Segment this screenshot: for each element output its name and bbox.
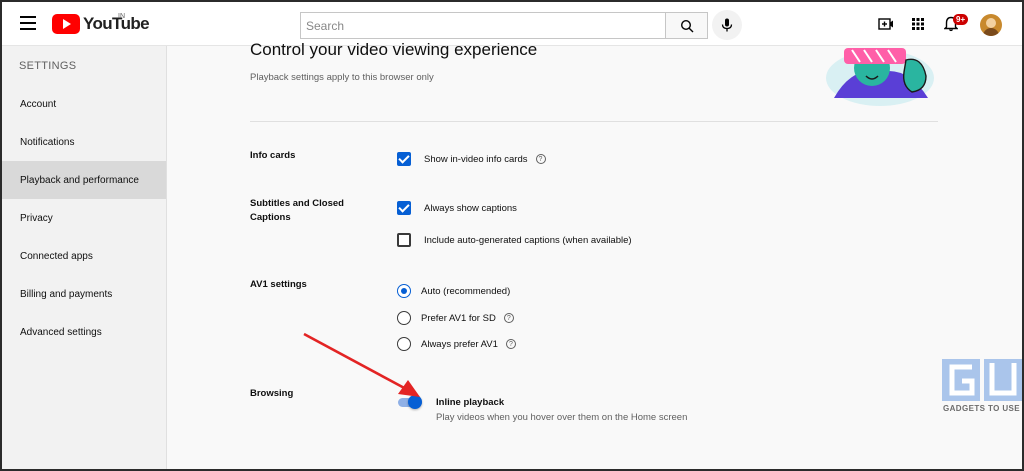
help-icon[interactable]: ? — [535, 154, 546, 164]
sidebar-item-label: Privacy — [20, 212, 53, 224]
option-label: Show in-video info cards — [424, 153, 528, 165]
search-icon — [680, 19, 693, 32]
sidebar-item-connected-apps[interactable]: Connected apps — [2, 237, 166, 275]
av1-label: AV1 settings — [250, 279, 307, 290]
section-divider — [250, 121, 938, 122]
option-label: Always show captions — [424, 202, 517, 214]
option-label: Include auto-generated captions (when av… — [424, 234, 632, 246]
settings-main: Control your video viewing experience Pl… — [168, 40, 1022, 469]
captions-label: Subtitles and Closed Captions — [250, 198, 344, 223]
country-code: IN — [118, 13, 125, 20]
option-label: Auto (recommended) — [421, 285, 511, 297]
create-video-icon[interactable] — [877, 15, 895, 33]
sidebar-item-advanced[interactable]: Advanced settings — [2, 313, 166, 351]
voice-search-button[interactable] — [712, 10, 742, 40]
sidebar-item-label: Billing and payments — [20, 288, 113, 300]
annotation-arrow-icon — [303, 332, 420, 397]
av1-auto-radio[interactable] — [397, 284, 411, 298]
inline-playback-title: Inline playback — [436, 397, 505, 408]
apps-grid-icon[interactable] — [909, 15, 927, 33]
sidebar-item-label: Playback and performance — [20, 174, 139, 186]
sidebar-heading: SETTINGS — [19, 60, 77, 72]
sidebar-item-label: Notifications — [20, 136, 75, 148]
app-window: YouTube IN Search 9+ SETTINGS Account No… — [0, 0, 1024, 471]
help-icon[interactable]: ? — [505, 339, 516, 349]
page-subtitle: Playback settings apply to this browser … — [250, 72, 434, 83]
av1-auto-option[interactable]: Auto (recommended) — [397, 284, 510, 298]
option-label: Prefer AV1 for SD — [421, 312, 496, 324]
notification-badge: 9+ — [953, 14, 969, 25]
page-title: Control your video viewing experience — [250, 40, 538, 59]
sidebar-item-label: Connected apps — [20, 250, 93, 262]
option-label: Always prefer AV1 — [421, 338, 498, 350]
help-icon[interactable]: ? — [503, 313, 514, 323]
sidebar-item-notifications[interactable]: Notifications — [2, 123, 166, 161]
av1-sd-radio[interactable] — [397, 311, 411, 325]
sidebar-item-account[interactable]: Account — [2, 85, 166, 123]
search-button[interactable] — [665, 12, 708, 39]
auto-captions-checkbox[interactable] — [397, 233, 411, 247]
info-cards-label: Info cards — [250, 150, 296, 161]
sidebar-item-privacy[interactable]: Privacy — [2, 199, 166, 237]
sidebar-item-billing[interactable]: Billing and payments — [2, 275, 166, 313]
sidebar-item-playback[interactable]: Playback and performance — [2, 161, 166, 199]
sidebar-item-label: Account — [20, 98, 57, 110]
sidebar-item-label: Advanced settings — [20, 326, 102, 338]
user-avatar[interactable] — [980, 14, 1002, 36]
auto-captions-option[interactable]: Include auto-generated captions (when av… — [397, 233, 632, 247]
settings-sidebar: SETTINGS Account Notifications Playback … — [2, 46, 167, 469]
hamburger-menu-icon[interactable] — [20, 16, 36, 30]
av1-sd-option[interactable]: Prefer AV1 for SD ? — [397, 311, 514, 325]
info-cards-checkbox[interactable] — [397, 152, 411, 166]
search-input[interactable]: Search — [300, 12, 666, 39]
play-logo-icon — [52, 14, 80, 34]
youtube-logo[interactable]: YouTube — [52, 14, 150, 34]
inline-playback-description: Play videos when you hover over them on … — [436, 412, 688, 423]
playback-illustration — [826, 48, 934, 106]
always-captions-checkbox[interactable] — [397, 201, 411, 215]
microphone-icon — [721, 18, 733, 32]
logo-text: YouTube — [83, 14, 150, 33]
info-cards-option[interactable]: Show in-video info cards ? — [397, 152, 546, 166]
always-captions-option[interactable]: Always show captions — [397, 201, 517, 215]
watermark-text: GADGETS TO USE — [943, 404, 1021, 413]
